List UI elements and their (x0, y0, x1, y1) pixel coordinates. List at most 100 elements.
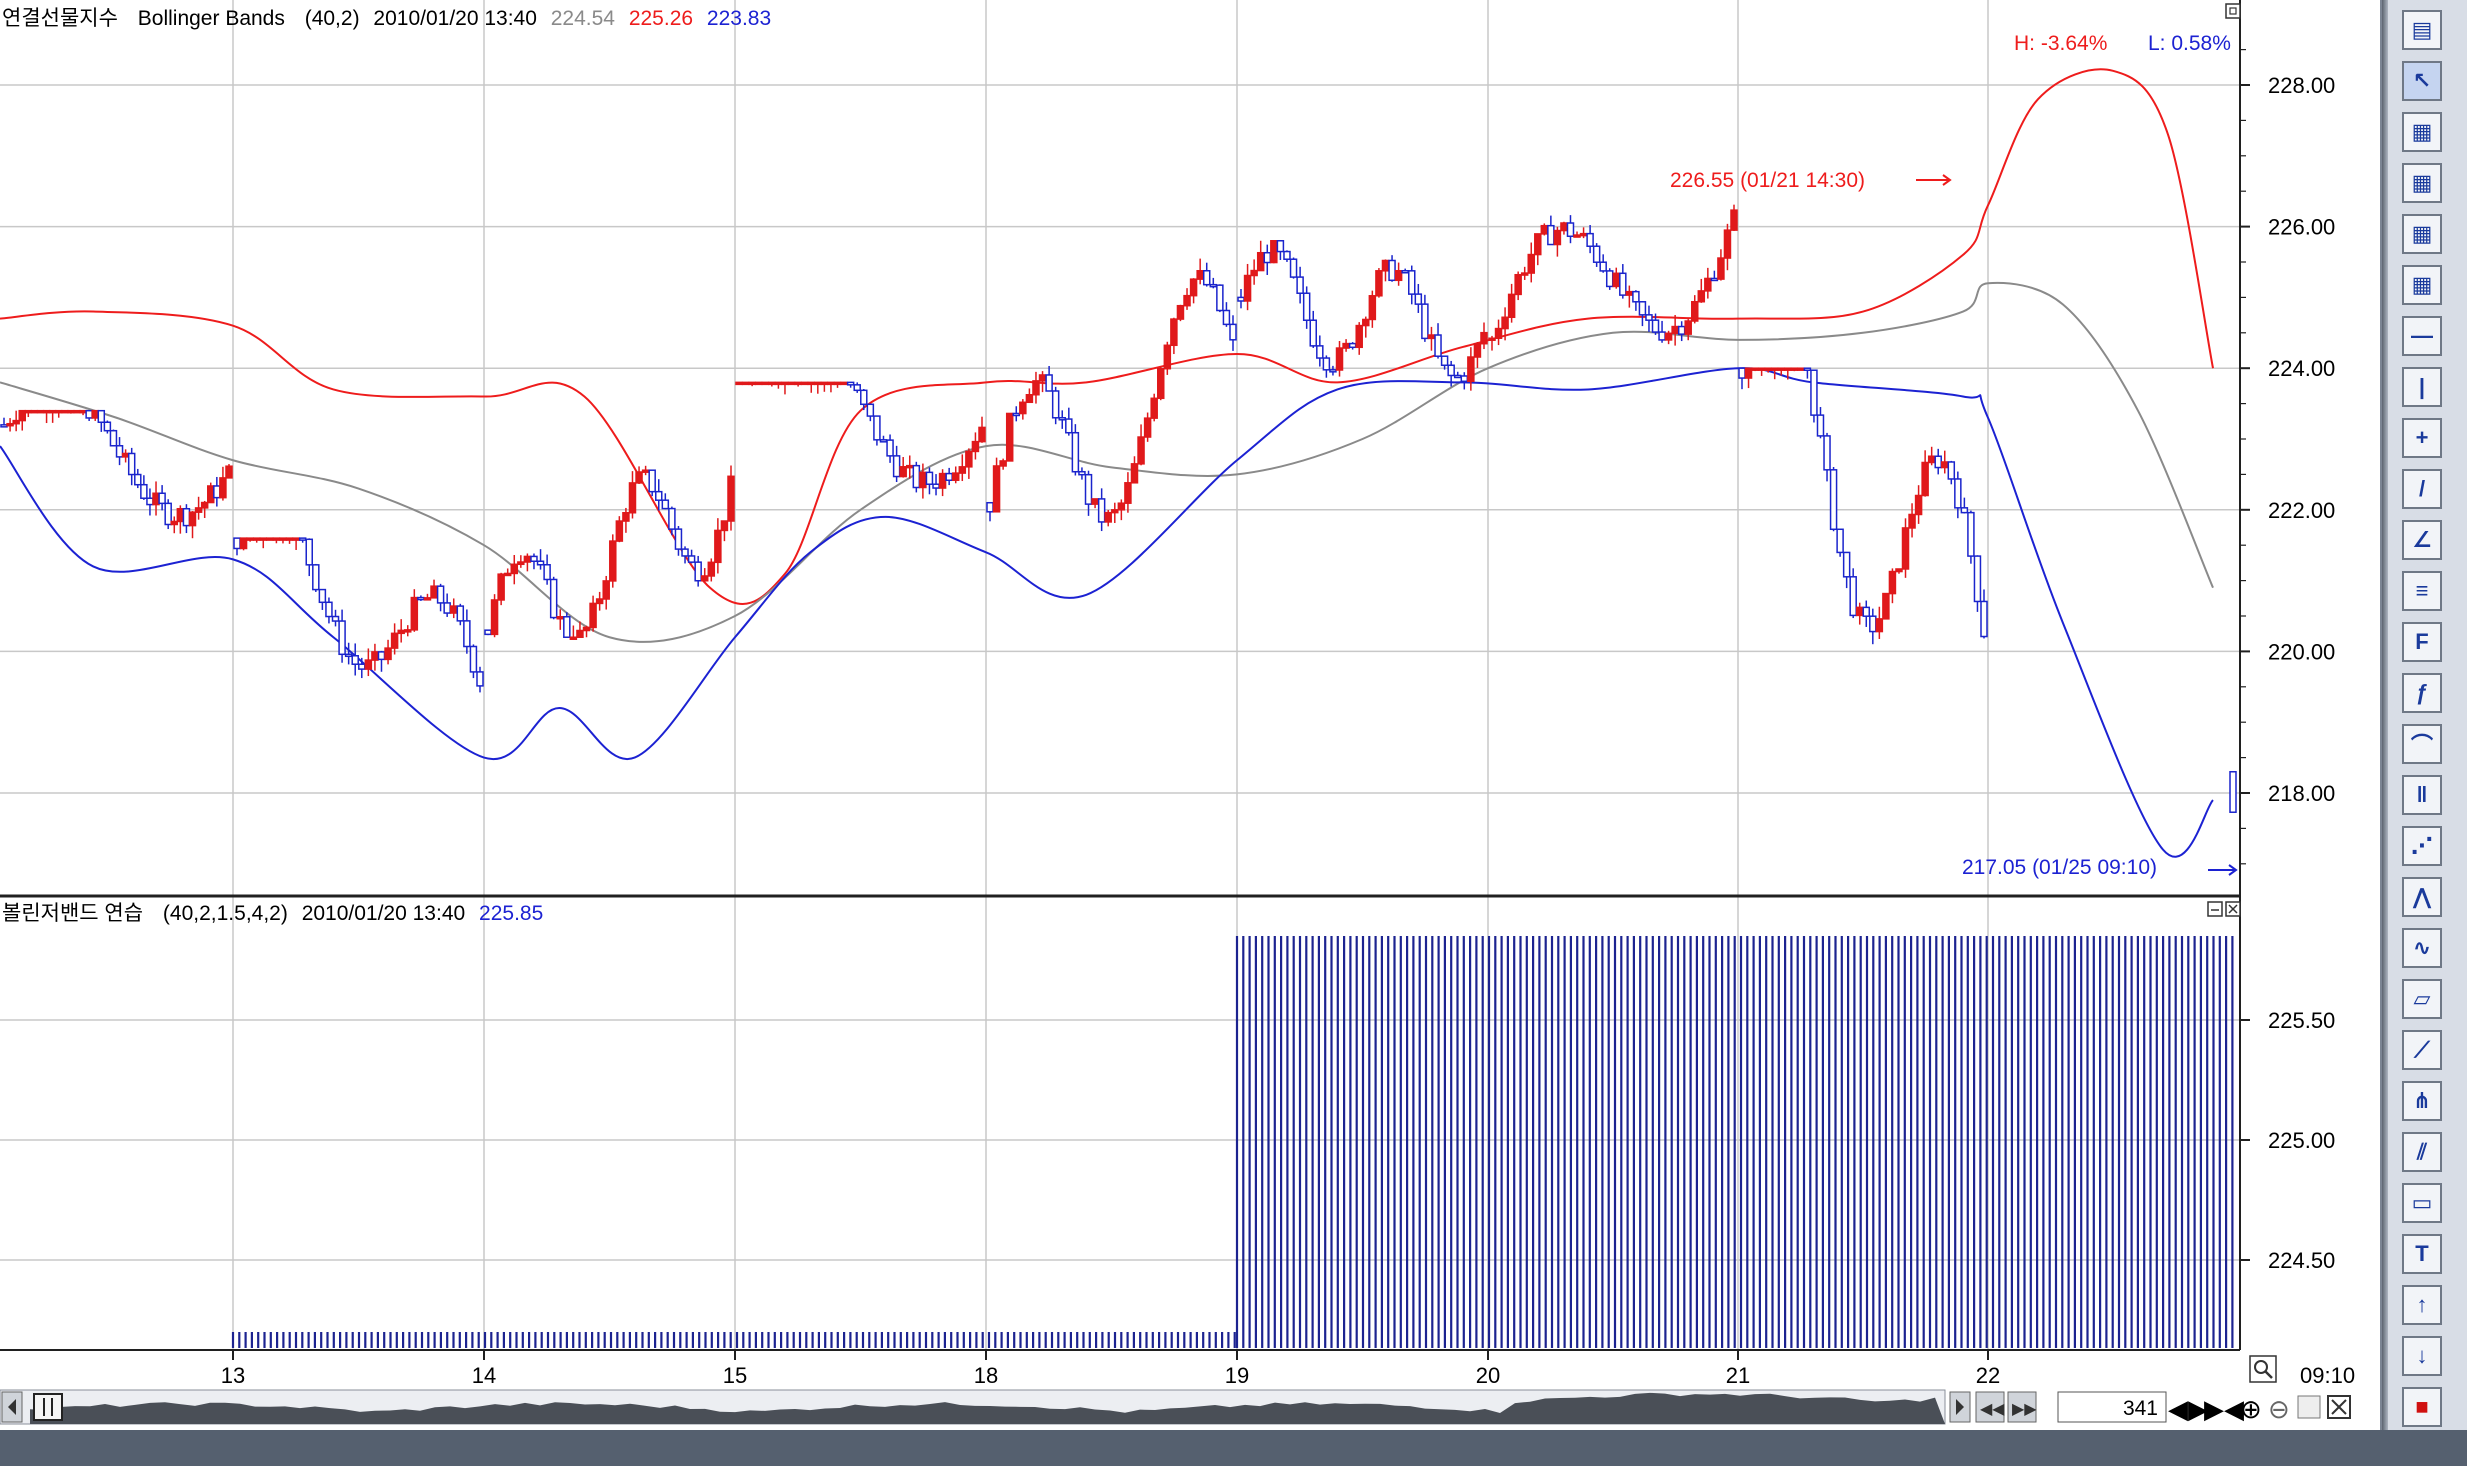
text-box-button[interactable]: ▭ (2402, 1183, 2442, 1223)
cross-line-button[interactable]: + (2402, 418, 2442, 458)
chart-tool-button[interactable]: ▦ (2402, 112, 2442, 152)
chart-area[interactable]: 228.00 226.00 224.00 222.00 220.00 218.00 225.… (0, 0, 2380, 1430)
candle-body (814, 381, 822, 386)
arrow-up-button[interactable]: ↑ (2402, 1285, 2442, 1325)
candle-body (1921, 461, 1929, 497)
parallel-lines-icon: ≡ (2415, 578, 2429, 603)
zoom-button[interactable] (2249, 1355, 2277, 1383)
horizontal-line-button[interactable]: — (2402, 316, 2442, 356)
candle-body (364, 659, 373, 670)
drawing-toolbar: ▤ ↖ ▦ ▦ ▦ ▦ — | + / ∠ ≡ Fƒ ⌒ ‖ ⋰ ⋀ ∿ ▱ ⟋ ⋔ ⫽ ▭ T ↑ ↓ ■ (2380, 0, 2467, 1430)
candle-body (1038, 374, 1047, 382)
candle-body (1421, 303, 1429, 340)
sub-panel-minimize-button[interactable] (2207, 901, 2223, 917)
parallel-lines-button[interactable]: ≡ (2402, 571, 2442, 611)
candle-body (1797, 367, 1805, 371)
text-button[interactable]: T (2402, 1234, 2442, 1274)
candle-body (846, 381, 855, 386)
chart-tool-button[interactable]: ▦ (2402, 265, 2442, 305)
price-tick-label: 226.00 (2268, 215, 2335, 240)
candle-body (1375, 270, 1383, 297)
error-channel-button[interactable]: ⫽ (2402, 1132, 2442, 1172)
candle-body (1157, 367, 1165, 400)
candle-body (1540, 224, 1549, 235)
candle-body (1283, 250, 1291, 260)
candle-body (576, 629, 584, 638)
candle-body (1599, 261, 1607, 272)
candle-body (1216, 284, 1224, 312)
candle-body (938, 472, 947, 489)
candle-body (1612, 272, 1621, 288)
speed-line-button[interactable]: ⋔ (2402, 1081, 2442, 1121)
candle-body (1202, 270, 1211, 286)
sub-legend-datetime: 2010/01/20 13:40 (302, 902, 466, 925)
time-tick-label: 15 (723, 1363, 747, 1388)
candle-body (233, 537, 241, 550)
channel-button[interactable]: ▱ (2402, 979, 2442, 1019)
go-end-icon[interactable]: ▶◀ (2204, 1394, 2244, 1424)
candle-body (115, 445, 124, 458)
candle-body (892, 455, 901, 478)
bar-count-spin-icon[interactable]: ◀▶ (2168, 1394, 2208, 1424)
trend-line-button[interactable]: / (2402, 469, 2442, 509)
main-panel-restore-button[interactable] (2225, 3, 2241, 19)
time-tick-label: 14 (472, 1363, 496, 1388)
candle-body (54, 409, 63, 414)
panel-toggle-button[interactable]: ▤ (2402, 10, 2442, 50)
zoom-in-icon[interactable]: ⊕ (2240, 1394, 2262, 1424)
candle-body (1263, 251, 1272, 264)
candle-body (1901, 527, 1910, 570)
candle-body (259, 537, 268, 541)
fibonacci-fan-button[interactable]: ƒ (2402, 673, 2442, 713)
stop-button[interactable]: ■ (2402, 1387, 2442, 1427)
candle-body (674, 528, 683, 550)
candle-body (305, 538, 313, 566)
candle-body (589, 602, 597, 629)
candle-body (246, 537, 254, 541)
candle-body (73, 409, 81, 414)
candle-body (1534, 233, 1542, 256)
candle-body (1302, 292, 1311, 321)
indicator-params: (40,2) (305, 7, 360, 30)
candle-body (840, 381, 848, 386)
arrow-down-button[interactable]: ↓ (2402, 1336, 2442, 1376)
fibonacci-arc-button[interactable]: ⌒ (2402, 724, 2442, 764)
grid-toggle-button[interactable] (2297, 1395, 2321, 1419)
andrews-button[interactable]: ⋀ (2402, 877, 2442, 917)
candle-body (1032, 380, 1040, 396)
candle-body (358, 663, 366, 670)
fibonacci-time-button[interactable]: ‖ (2402, 775, 2442, 815)
speed-line-icon: ⋔ (2412, 1088, 2432, 1113)
candle-body (873, 415, 881, 441)
candle-body (1104, 511, 1112, 523)
gann-fan-button[interactable]: ⋰ (2402, 826, 2442, 866)
candle-body (530, 555, 538, 562)
candle-body (1790, 367, 1799, 371)
candle-body (919, 471, 927, 489)
candle-body (1427, 334, 1436, 340)
fibonacci-button[interactable]: F (2402, 622, 2442, 662)
candle-body (727, 475, 735, 522)
chart-tool-button[interactable]: ▦ (2402, 214, 2442, 254)
candle-body (1196, 270, 1204, 280)
candle-body (1527, 253, 1535, 274)
zoom-out-icon[interactable]: ⊖ (2268, 1394, 2290, 1424)
time-tick-label: 19 (1225, 1363, 1249, 1388)
scroll-thumb[interactable] (33, 1393, 63, 1421)
regression-button[interactable]: ⟋ (2402, 1030, 2442, 1070)
candle-body (582, 626, 591, 632)
status-strip (0, 1430, 2467, 1466)
candle-body (1566, 222, 1575, 238)
arrow-up-icon: ↑ (2416, 1292, 2428, 1317)
angle-line-button[interactable]: ∠ (2402, 520, 2442, 560)
candle-body (1414, 293, 1423, 305)
candle-body (1691, 300, 1699, 322)
candle-body (754, 381, 763, 386)
cycle-button[interactable]: ∿ (2402, 928, 2442, 968)
vertical-line-button[interactable]: | (2402, 367, 2442, 407)
pointer-button[interactable]: ↖ (2402, 61, 2442, 101)
candle-body (1738, 367, 1746, 379)
candle-body (397, 629, 405, 635)
candle-body (1434, 334, 1442, 357)
chart-tool-button[interactable]: ▦ (2402, 163, 2442, 203)
